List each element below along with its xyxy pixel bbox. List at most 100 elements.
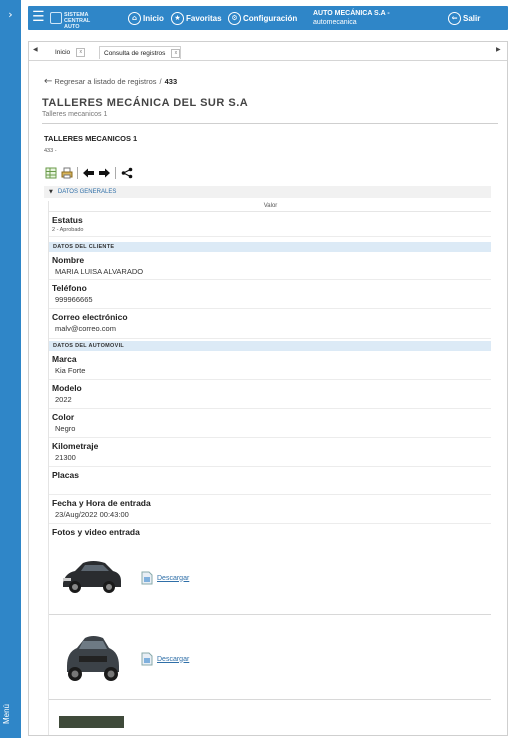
file-download-icon — [141, 571, 153, 585]
photo-row: Descargar — [49, 541, 491, 615]
tab-inicio-label: Inicio — [55, 49, 71, 56]
nav-favoritas[interactable]: ★ Favoritas — [171, 10, 222, 26]
company-selector[interactable]: AUTO MECÁNICA S.A - automecanica — [313, 9, 390, 27]
field-value: 2 - Aprobado — [52, 227, 84, 233]
field-kilometraje: Kilometraje 21300 — [49, 439, 491, 467]
logout-label: Salir — [463, 13, 481, 23]
menu-label[interactable]: Menú — [2, 704, 19, 724]
fields-panel: Valor Estatus 2 - Aprobado DATOS DEL CLI… — [48, 201, 491, 735]
section-datos-generales[interactable]: ▼ DATOS GENERALES — [44, 186, 491, 198]
top-navigation-bar: ☰ SISTEMA CENTRAL AUTO ⌂ Inicio ★ Favori… — [28, 6, 508, 30]
file-download-icon — [141, 652, 153, 666]
section-title: DATOS GENERALES — [57, 189, 117, 195]
page-title: TALLERES MECÁNICA DEL SUR S.A — [42, 97, 249, 109]
toolbar-separator — [115, 167, 116, 179]
company-username: automecanica — [313, 19, 357, 26]
download-item[interactable]: Descargar — [141, 571, 189, 585]
logo-text-line2: CENTRAL AUTO — [64, 18, 91, 30]
tab-scroll-left-icon[interactable]: ◀ — [33, 46, 38, 53]
print-icon[interactable] — [60, 167, 73, 180]
tab-scroll-right-icon[interactable]: ▶ — [496, 46, 501, 53]
company-name: AUTO MECÁNICA S.A - — [313, 10, 390, 17]
gear-icon: ⚙ — [228, 11, 241, 25]
tab-consulta-close-icon[interactable]: x — [171, 48, 181, 58]
record-title: TALLERES MECANICOS 1 — [44, 134, 138, 143]
record-content: ← Regresar a listado de registros / 433 … — [36, 62, 498, 735]
field-label: Teléfono — [52, 283, 87, 293]
field-value: MARIA LUISA ALVARADO — [55, 267, 144, 276]
expand-menu-icon[interactable]: › — [0, 8, 21, 21]
column-header-valor: Valor — [49, 201, 491, 212]
field-label: Estatus — [52, 215, 83, 225]
field-placas: Placas — [49, 468, 491, 495]
field-correo: Correo electrónico malv@correo.com — [49, 310, 491, 339]
group-datos-cliente: DATOS DEL CLIENTE — [49, 242, 491, 252]
logout-icon: ⇐ — [448, 11, 461, 25]
download-link[interactable]: Descargar — [157, 656, 189, 663]
field-label: Fotos y video entrada — [52, 527, 140, 537]
app-logo[interactable]: SISTEMA CENTRAL AUTO — [50, 10, 106, 30]
field-value: 21300 — [55, 453, 76, 462]
field-value: 2022 — [55, 395, 72, 404]
nav-favoritas-label: Favoritas — [186, 13, 222, 23]
next-arrow-icon[interactable] — [98, 167, 111, 180]
logo-mark-icon — [50, 12, 62, 24]
group-datos-automovil: DATOS DEL AUTOMOVIL — [49, 341, 491, 351]
breadcrumb: ← Regresar a listado de registros / 433 — [44, 76, 177, 87]
star-icon: ★ — [171, 11, 184, 25]
tab-inicio[interactable]: Inicio x — [51, 46, 86, 59]
field-label: Placas — [52, 470, 79, 480]
field-label: Fecha y Hora de entrada — [52, 498, 151, 508]
page-subtitle: Talleres mecanicos 1 — [42, 111, 108, 118]
side-menu-rail[interactable]: › Menú — [0, 0, 21, 738]
field-value: Negro — [55, 424, 76, 433]
field-modelo: Modelo 2022 — [49, 381, 491, 409]
field-value: malv@correo.com — [55, 324, 116, 333]
previous-arrow-icon[interactable] — [82, 167, 95, 180]
car-photo-thumbnail[interactable] — [59, 628, 124, 686]
field-marca: Marca Kia Forte — [49, 352, 491, 380]
spreadsheet-icon[interactable] — [44, 167, 57, 180]
nav-inicio[interactable]: ⌂ Inicio — [128, 10, 164, 26]
field-value: Kia Forte — [55, 366, 86, 375]
record-toolbar — [44, 165, 133, 181]
toolbar-separator — [77, 167, 78, 179]
tab-consulta-label: Consulta de registros — [104, 49, 166, 57]
download-item[interactable]: Descargar — [141, 652, 189, 666]
tab-consulta-registros[interactable]: Consulta de registros x — [99, 46, 182, 59]
record-id-line: 433 - — [44, 148, 57, 154]
tab-strip: ◀ Inicio x Consulta de registros x ▶ — [29, 42, 507, 61]
field-label: Nombre — [52, 255, 85, 265]
logout-button[interactable]: ⇐ Salir — [448, 10, 480, 26]
back-to-list-link[interactable]: Regresar a listado de registros — [54, 77, 156, 86]
tab-inicio-close-icon[interactable]: x — [76, 48, 86, 57]
field-fotos-entrada: Fotos y video entrada — [49, 525, 491, 541]
collapse-caret-icon: ▼ — [49, 189, 53, 195]
field-value: 23/Aug/2022 00:43:00 — [55, 510, 129, 519]
nav-inicio-label: Inicio — [143, 13, 164, 23]
main-panel: ◀ Inicio x Consulta de registros x ▶ ← R… — [28, 41, 508, 736]
breadcrumb-separator: / — [159, 77, 162, 86]
back-arrow-icon[interactable]: ← — [44, 76, 52, 87]
share-icon[interactable] — [120, 167, 133, 180]
field-telefono: Teléfono 999966665 — [49, 281, 491, 309]
field-value: 999966665 — [55, 295, 93, 304]
download-link[interactable]: Descargar — [157, 575, 189, 582]
field-color: Color Negro — [49, 410, 491, 438]
field-label: Color — [52, 412, 75, 422]
field-label: Modelo — [52, 383, 82, 393]
field-label: Kilometraje — [52, 441, 99, 451]
car-photo-thumbnail[interactable] — [59, 551, 124, 601]
photo-row: Descargar — [49, 616, 491, 700]
nav-configuracion-label: Configuración — [243, 13, 298, 23]
field-estatus: Estatus 2 - Aprobado — [49, 213, 491, 237]
home-icon: ⌂ — [128, 11, 141, 25]
breadcrumb-record-id: 433 — [164, 77, 178, 86]
field-nombre: Nombre MARIA LUISA ALVARADO — [49, 253, 491, 280]
field-label: Marca — [52, 354, 77, 364]
header-divider — [42, 123, 498, 124]
field-fecha-entrada: Fecha y Hora de entrada 23/Aug/2022 00:4… — [49, 496, 491, 524]
nav-configuracion[interactable]: ⚙ Configuración — [228, 10, 297, 26]
hamburger-menu-icon[interactable]: ☰ — [32, 9, 45, 25]
car-photo-thumbnail-partial[interactable] — [59, 716, 124, 728]
